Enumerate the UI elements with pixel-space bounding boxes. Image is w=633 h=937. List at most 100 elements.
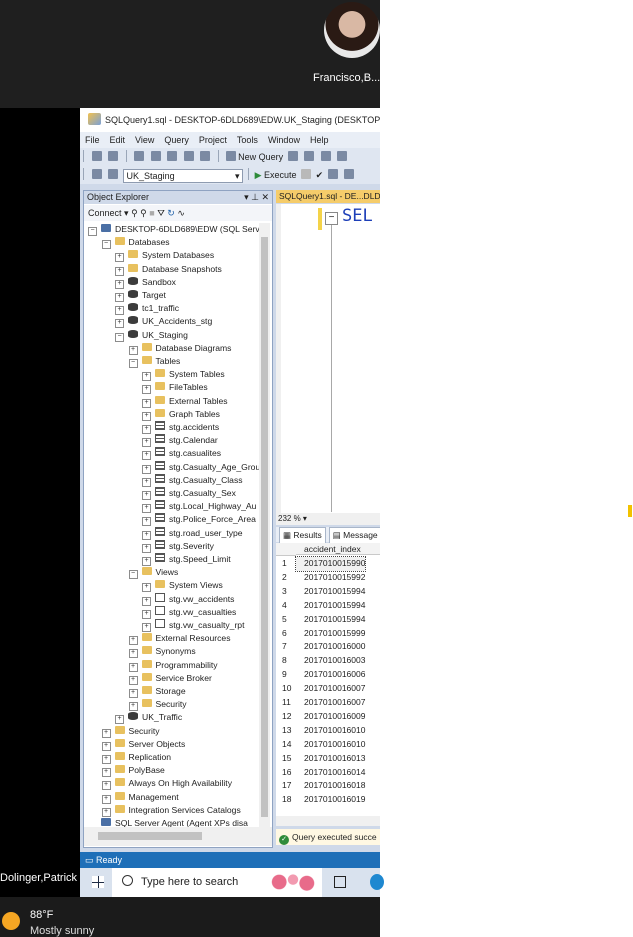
collapse-icon[interactable]: − (115, 332, 124, 342)
cell-accident-index[interactable]: 2017010016009 (296, 710, 365, 724)
tree-node[interactable]: + Sandbox (115, 276, 176, 289)
tree-node[interactable]: + stg.Police_Force_Area (142, 513, 256, 527)
tree-node[interactable]: + System Databases (115, 249, 214, 263)
table-row[interactable]: 12 2017010016009 (276, 710, 380, 724)
tree-node[interactable]: + Database Snapshots (115, 263, 222, 276)
tree-node[interactable]: SQL Server Agent (Agent XPs disa (88, 817, 248, 827)
expand-icon[interactable]: + (142, 477, 151, 487)
expand-icon[interactable]: + (115, 306, 124, 316)
cell-accident-index[interactable]: 2017010016010 (296, 738, 365, 752)
collapse-toggle[interactable]: − (325, 212, 338, 225)
cell-accident-index[interactable]: 2017010015992 (296, 571, 365, 585)
expand-icon[interactable]: + (101, 781, 111, 791)
expand-icon[interactable]: + (115, 253, 124, 263)
tree-node[interactable]: + Service Broker (128, 672, 212, 685)
table-row[interactable]: 1 2017010015990 (276, 556, 380, 572)
expand-icon[interactable]: + (142, 411, 151, 421)
sql-code-text[interactable]: SEL (342, 206, 373, 226)
cell-accident-index[interactable]: 2017010016007 (296, 696, 365, 710)
tree-node[interactable]: + stg.Casualty_Sex (142, 487, 236, 500)
tree-node[interactable]: + stg.road_user_type (142, 526, 243, 540)
expand-icon[interactable]: + (101, 741, 111, 751)
cell-accident-index[interactable]: 2017010016019 (296, 793, 365, 807)
tree-node[interactable]: + stg.accidents (142, 421, 219, 434)
menu-help[interactable]: Help (310, 132, 329, 148)
expand-icon[interactable]: + (142, 530, 151, 540)
activity-monitor-icon[interactable]: ∿ (177, 208, 185, 218)
disconnect-icon[interactable]: ⚲ (140, 208, 147, 218)
expand-icon[interactable]: + (142, 557, 151, 566)
expand-icon[interactable]: + (128, 689, 138, 698)
expand-icon[interactable]: + (101, 768, 111, 778)
tree-node[interactable]: + UK_Traffic (115, 711, 182, 725)
cell-accident-index[interactable]: 2017010016018 (296, 779, 365, 793)
menu-tools[interactable]: Tools (237, 132, 258, 148)
table-row[interactable]: 8 2017010016003 (276, 654, 380, 668)
tree-node[interactable]: + Storage (128, 685, 186, 698)
query-editor[interactable] (276, 204, 380, 514)
tree-node[interactable]: + FileTables (142, 381, 208, 395)
tree-node[interactable]: + stg.Speed_Limit (142, 553, 231, 566)
expand-icon[interactable]: + (128, 675, 138, 685)
table-row[interactable]: 18 2017010016019 (276, 793, 380, 807)
cell-accident-index[interactable]: 2017010016014 (296, 766, 365, 780)
tree-node[interactable]: + Integration Services Catalogs (101, 804, 241, 817)
parse-check-icon[interactable]: ✔ (316, 170, 324, 180)
tab-results[interactable]: ▦ Results (279, 527, 326, 544)
expand-icon[interactable]: + (142, 517, 151, 527)
collapse-icon[interactable]: − (88, 227, 97, 236)
tree-node[interactable]: − DESKTOP-6DLD689\EDW (SQL Server 1 (88, 223, 259, 236)
expand-icon[interactable]: + (101, 728, 111, 738)
table-row[interactable]: 4 2017010015994 (276, 599, 380, 613)
add-item-icon[interactable] (150, 151, 161, 161)
expand-icon[interactable]: + (142, 623, 151, 632)
connect-dropdown[interactable]: Connect ▾ (88, 208, 129, 218)
tree-node[interactable]: + Graph Tables (142, 408, 220, 421)
expand-icon[interactable]: + (142, 385, 151, 395)
expand-icon[interactable]: + (142, 451, 151, 461)
tree-node[interactable]: + UK_Accidents_stg (115, 315, 212, 329)
cell-accident-index[interactable]: 2017010016010 (296, 724, 365, 738)
menu-query[interactable]: Query (164, 132, 189, 148)
tree-node[interactable]: + Target (115, 289, 166, 302)
tree-node[interactable]: + stg.Severity (142, 539, 214, 553)
tree-node[interactable]: + stg.casualites (142, 447, 221, 461)
expand-icon[interactable]: + (142, 609, 151, 619)
cell-accident-index[interactable]: 2017010016003 (296, 654, 365, 668)
filter-icon[interactable]: ⛛ (157, 208, 165, 218)
expand-icon[interactable]: + (142, 372, 151, 382)
table-row[interactable]: 16 2017010016014 (276, 766, 380, 780)
tree-node[interactable]: + stg.Casualty_Class (142, 473, 243, 487)
grid-horizontal-scrollbar[interactable] (276, 816, 380, 826)
collapse-icon[interactable]: − (128, 359, 138, 368)
expand-icon[interactable]: + (101, 794, 111, 804)
tree-node[interactable]: + stg.vw_casualties (142, 605, 236, 619)
expand-icon[interactable]: + (142, 583, 151, 593)
menu-file[interactable]: File (85, 132, 100, 148)
tree-node[interactable]: + PolyBase (101, 764, 165, 778)
tree-node[interactable]: + Synonyms (128, 645, 196, 659)
tree-node[interactable]: + System Tables (142, 368, 225, 382)
xmla-query-icon[interactable] (337, 151, 348, 161)
windows-start-icon[interactable] (92, 876, 104, 888)
expand-icon[interactable]: + (142, 438, 151, 448)
table-row[interactable]: 11 2017010016007 (276, 696, 380, 710)
expand-icon[interactable]: + (142, 596, 151, 606)
search-highlight-flowers-icon[interactable] (270, 870, 316, 894)
tree-node[interactable]: + stg.Casualty_Age_Grou (142, 460, 259, 474)
tree-node[interactable]: + stg.Calendar (142, 434, 218, 448)
tree-node[interactable]: + Security (101, 725, 160, 738)
tree-node[interactable]: + External Tables (142, 395, 228, 408)
open-file-icon[interactable] (167, 151, 178, 161)
tree-node[interactable]: − Tables (128, 355, 180, 368)
tree-node[interactable]: + Server Objects (101, 738, 185, 751)
cell-accident-index[interactable]: 2017010016006 (296, 668, 365, 682)
expand-icon[interactable]: + (128, 345, 138, 355)
table-row[interactable]: 14 2017010016010 (276, 738, 380, 752)
tree-node[interactable]: + External Resources (128, 632, 231, 646)
save-all-icon[interactable] (200, 151, 211, 161)
task-view-icon[interactable] (334, 876, 346, 888)
expand-icon[interactable]: + (101, 807, 111, 817)
expand-icon[interactable]: + (115, 279, 124, 289)
tab-messages[interactable]: ▤ Message (328, 527, 380, 544)
